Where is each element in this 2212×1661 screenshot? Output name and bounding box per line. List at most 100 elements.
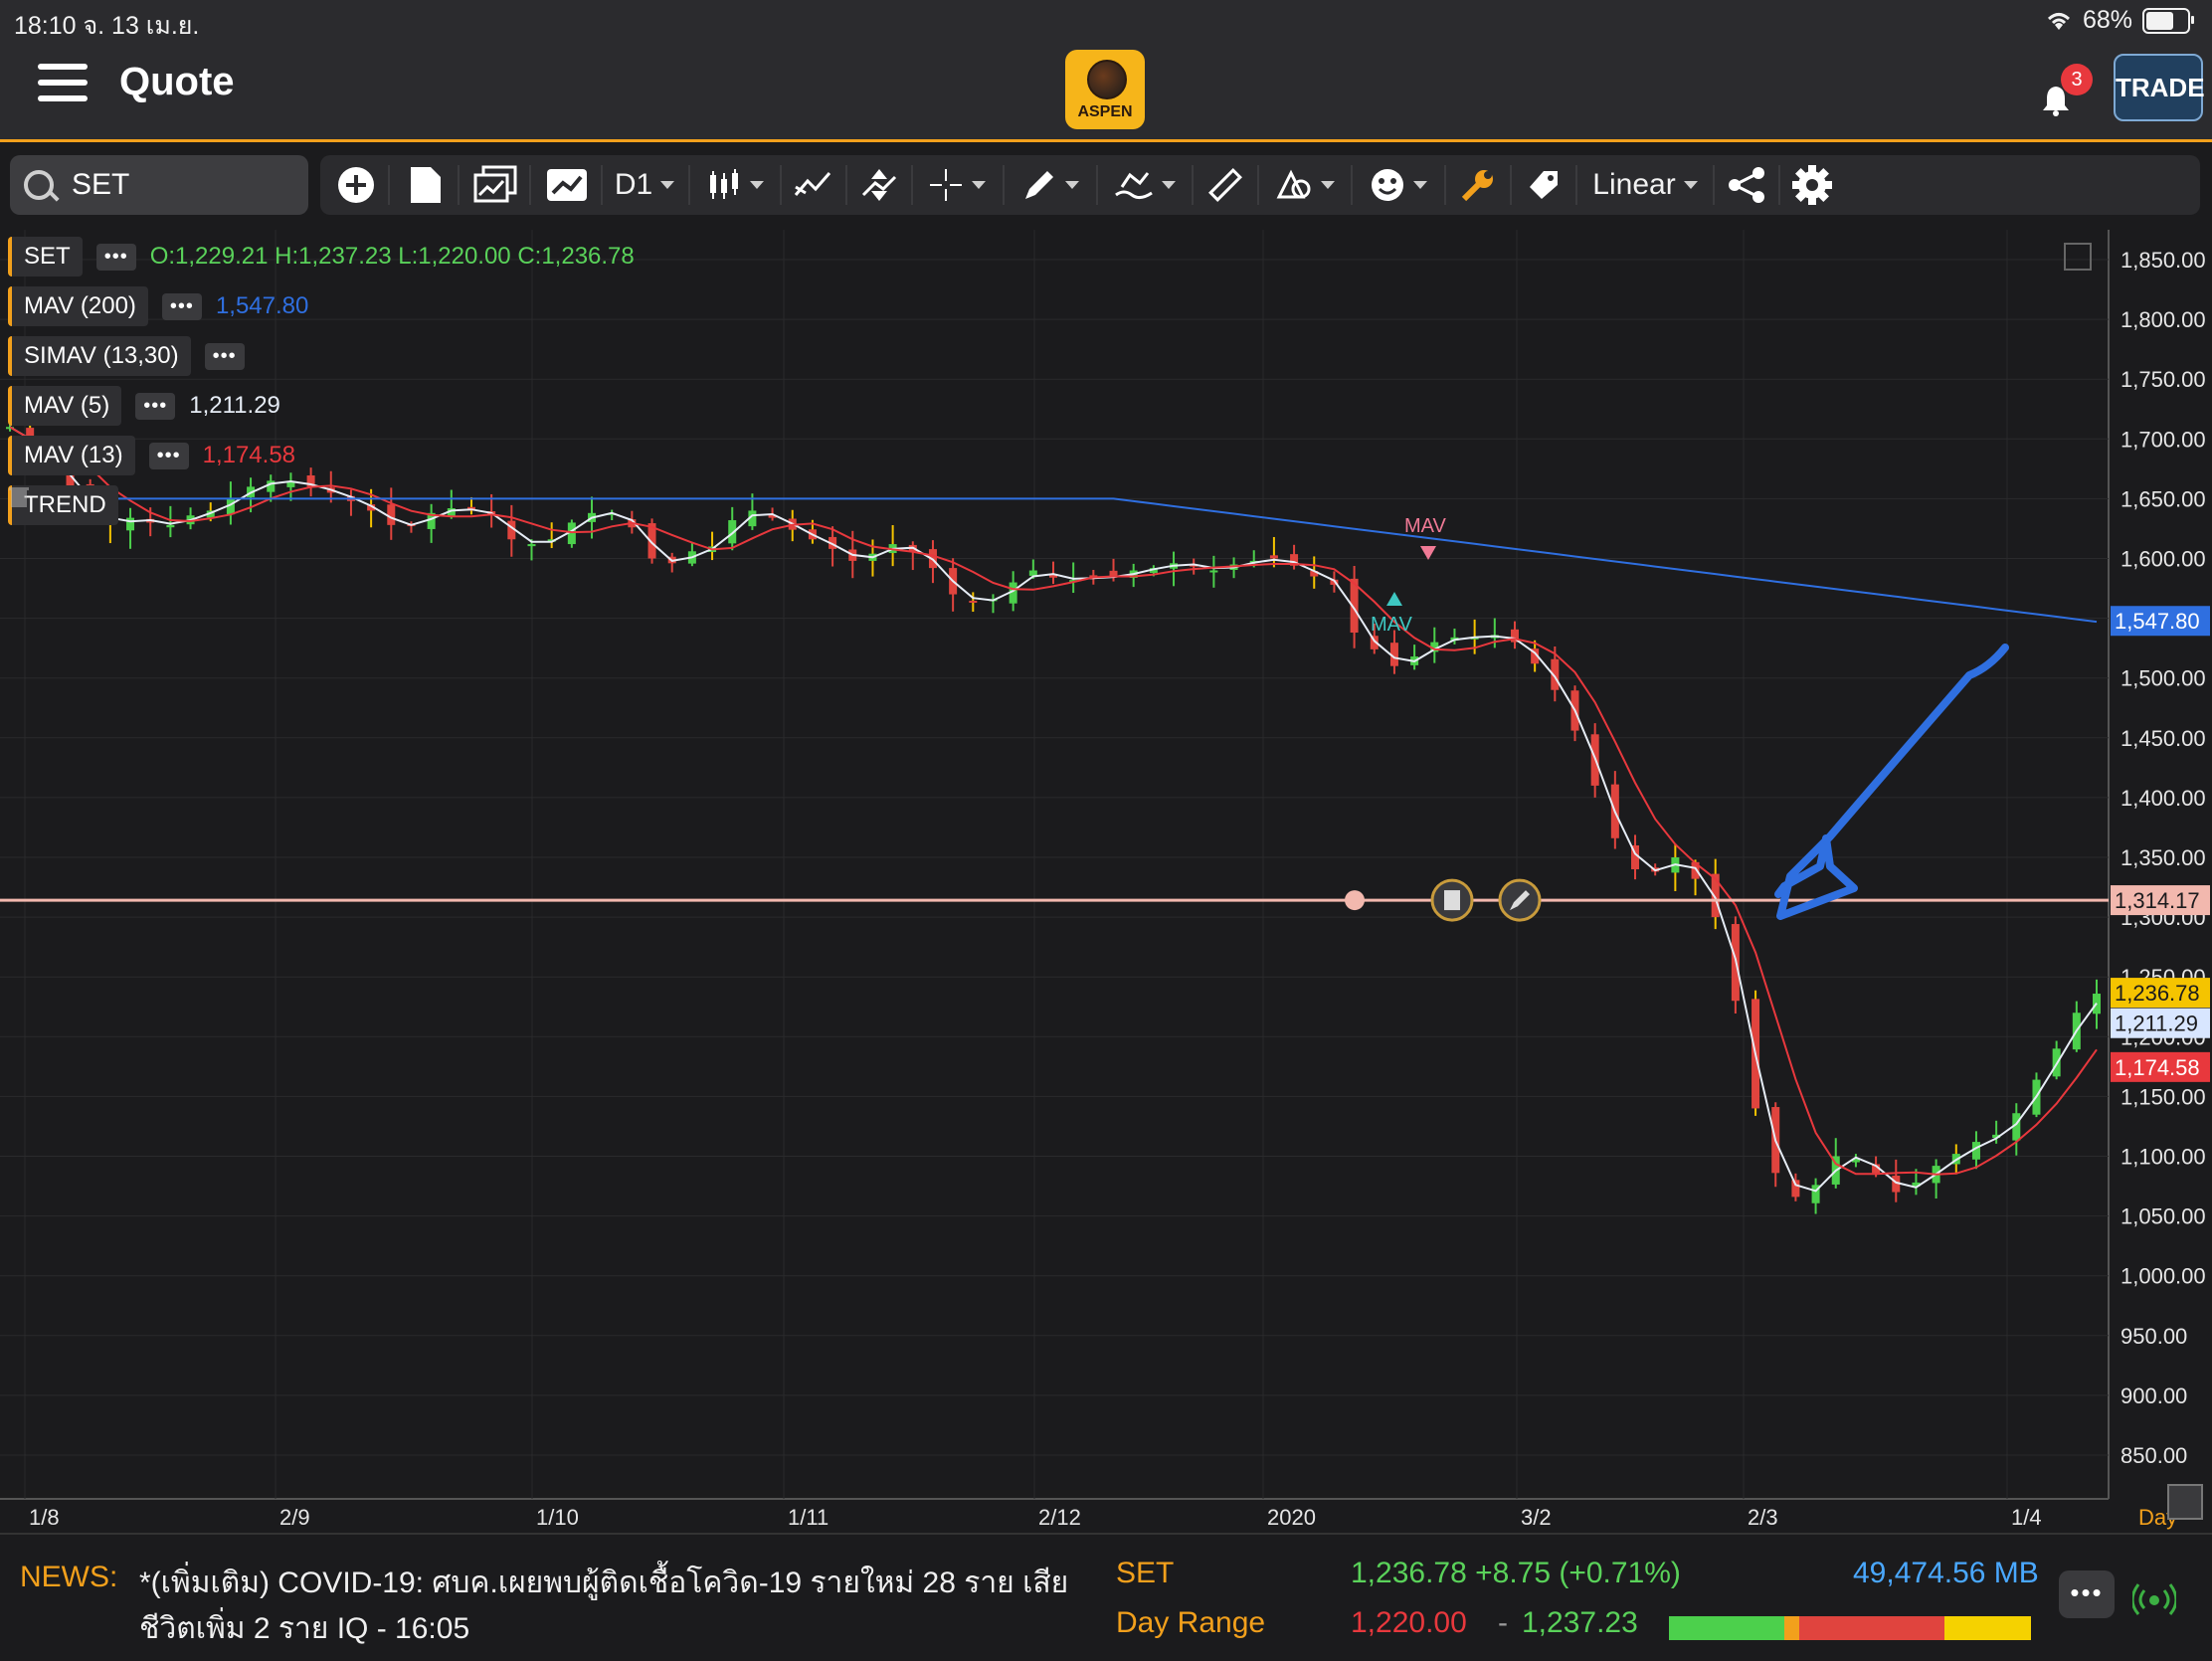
- chart-toolbar: D1 Linear: [0, 142, 2212, 230]
- price-label-text: 1,211.29: [2115, 1012, 2198, 1036]
- interval-label: D1: [614, 168, 653, 201]
- x-tick-label: 2/9: [279, 1505, 310, 1530]
- quote-last-price: 1,236.78 +8.75 (+0.71%): [1351, 1557, 1681, 1589]
- scale-select[interactable]: Linear: [1585, 161, 1705, 209]
- x-tick-label: 2/12: [1038, 1505, 1081, 1530]
- legend-mav13-label[interactable]: MAV (13): [8, 436, 135, 475]
- crosshair-icon[interactable]: [919, 161, 995, 209]
- legend-set: SET ••• O:1,229.21 H:1,237.23 L:1,220.00…: [8, 236, 635, 277]
- notification-badge: 3: [2061, 64, 2093, 95]
- battery-icon: [2142, 7, 2194, 34]
- symbol-search[interactable]: [10, 155, 308, 215]
- interval-select[interactable]: D1: [609, 161, 680, 209]
- buy-arrow-icon: [1386, 592, 1402, 606]
- tool-strip: D1 Linear: [320, 155, 2200, 215]
- pencil-icon[interactable]: [1011, 161, 1090, 209]
- legend-mav5-value: 1,211.29: [189, 392, 280, 419]
- legend-mav200-value: 1,547.80: [215, 292, 309, 319]
- candle-body: [126, 517, 135, 531]
- tag-icon[interactable]: [1518, 161, 1569, 209]
- candle-body: [166, 524, 175, 528]
- legend-set-label[interactable]: SET: [8, 237, 83, 277]
- legend-simav: SIMAV (13,30) •••: [8, 335, 245, 377]
- indicator-icon[interactable]: [788, 161, 839, 209]
- legend-set-options-icon[interactable]: •••: [95, 243, 136, 271]
- y-tick-label: 1,150.00: [2120, 1084, 2206, 1109]
- trash-icon[interactable]: [8, 484, 30, 508]
- ruler-icon[interactable]: [1199, 161, 1251, 209]
- price-label-text: 1,314.17: [2115, 888, 2200, 913]
- wrench-icon[interactable]: [1452, 161, 1504, 209]
- layouts-icon[interactable]: [467, 161, 523, 209]
- share-icon[interactable]: [1721, 161, 1772, 209]
- price-chart[interactable]: 1,850.00 1,800.00 1,750.00 1,700.00 1,650.00…: [0, 230, 2212, 1533]
- y-tick-label: 950.00: [2120, 1324, 2187, 1349]
- legend-mav5-options-icon[interactable]: •••: [135, 392, 176, 420]
- price-label-text: 1,174.58: [2115, 1055, 2200, 1080]
- globe-icon: [1087, 60, 1127, 99]
- gear-icon[interactable]: [1786, 161, 1838, 209]
- candle-body: [1028, 570, 1037, 576]
- legend-mav13-value: 1,174.58: [202, 442, 296, 468]
- candle-type-icon[interactable]: [696, 161, 774, 209]
- y-tick-label: 1,400.00: [2120, 786, 2206, 811]
- page-title: Quote: [119, 60, 235, 103]
- legend-mav5-label[interactable]: MAV (5): [8, 386, 122, 426]
- day-range-low: 1,220.00: [1351, 1606, 1467, 1639]
- mav-signal-buy-label: MAV: [1371, 614, 1413, 636]
- app-header: Quote ASPEN 3 TRADE: [0, 40, 2212, 142]
- shapes-icon[interactable]: [1265, 161, 1345, 209]
- legend-ohlc: O:1,229.21 H:1,237.23 L:1,220.00 C:1,236…: [149, 243, 635, 270]
- status-bar: 18:10 จ. 13 เม.ย. 68%: [0, 0, 2212, 40]
- signal-arrows-icon[interactable]: [853, 161, 905, 209]
- x-tick-label: 2020: [1267, 1505, 1316, 1530]
- legend-mav200-label[interactable]: MAV (200): [8, 286, 148, 326]
- day-range-dash: -: [1498, 1606, 1508, 1639]
- chart-image-icon[interactable]: [539, 161, 595, 209]
- y-tick-label: 1,450.00: [2120, 726, 2206, 751]
- y-tick-label: 1,500.00: [2120, 666, 2206, 691]
- mav-signal-sell-label: MAV: [1404, 515, 1447, 537]
- add-icon[interactable]: [330, 161, 382, 209]
- trade-button[interactable]: TRADE: [2114, 54, 2205, 121]
- chart-canvas[interactable]: 1,850.00 1,800.00 1,750.00 1,700.00 1,650.00…: [0, 230, 2212, 1533]
- candle-body: [267, 480, 276, 492]
- candle-body: [527, 544, 536, 547]
- y-tick-label: 900.00: [2120, 1384, 2187, 1408]
- emoji-icon[interactable]: [1359, 161, 1438, 209]
- legend-mav5: MAV (5) ••• 1,211.29: [8, 385, 280, 427]
- x-tick-label: 2/3: [1748, 1505, 1778, 1530]
- search-input[interactable]: [70, 163, 292, 207]
- hamburger-menu-icon[interactable]: [38, 64, 88, 107]
- news-label: NEWS:: [20, 1561, 118, 1593]
- x-tick-label: 3/2: [1521, 1505, 1552, 1530]
- candle-body: [1209, 570, 1218, 573]
- wave-icon[interactable]: [1104, 161, 1186, 209]
- status-right: 68%: [2045, 6, 2194, 35]
- hand-drawn-arrow: [1774, 644, 2009, 920]
- legend-simav-label[interactable]: SIMAV (13,30): [8, 336, 191, 376]
- connection-signal-icon[interactable]: [2132, 1574, 2176, 1618]
- y-tick-label: 1,750.00: [2120, 367, 2206, 392]
- news-headline[interactable]: *(เพิ่มเติม) COVID-19: ศบค.เผยพบผู้ติดเช…: [139, 1561, 1094, 1652]
- battery-percent: 68%: [2082, 6, 2132, 34]
- search-icon: [24, 170, 54, 200]
- legend-mav13: MAV (13) ••• 1,174.58: [8, 435, 295, 476]
- trash-glyph: [1444, 890, 1460, 911]
- legend-mav13-options-icon[interactable]: •••: [148, 442, 189, 469]
- more-button[interactable]: •••: [2059, 1570, 2115, 1618]
- y-tick-label: 850.00: [2120, 1443, 2187, 1468]
- candle-body: [387, 504, 396, 525]
- legend-trend: TREND: [8, 484, 118, 526]
- bottom-bar: NEWS: *(เพิ่มเติม) COVID-19: ศบค.เผยพบผู…: [0, 1533, 2212, 1661]
- legend-mav200-options-icon[interactable]: •••: [161, 292, 202, 320]
- quote-volume: 49,474.56 MB: [1853, 1557, 2039, 1589]
- mav200-line: [10, 497, 2098, 624]
- y-tick-label: 1,850.00: [2120, 248, 2206, 273]
- x-tick-label: 1/10: [536, 1505, 579, 1530]
- day-range-high: 1,237.23: [1522, 1606, 1638, 1639]
- legend-simav-options-icon[interactable]: •••: [204, 342, 245, 370]
- logo-text: ASPEN: [1077, 103, 1133, 120]
- line-handle-dot: [1345, 890, 1365, 911]
- new-document-icon[interactable]: [400, 161, 452, 209]
